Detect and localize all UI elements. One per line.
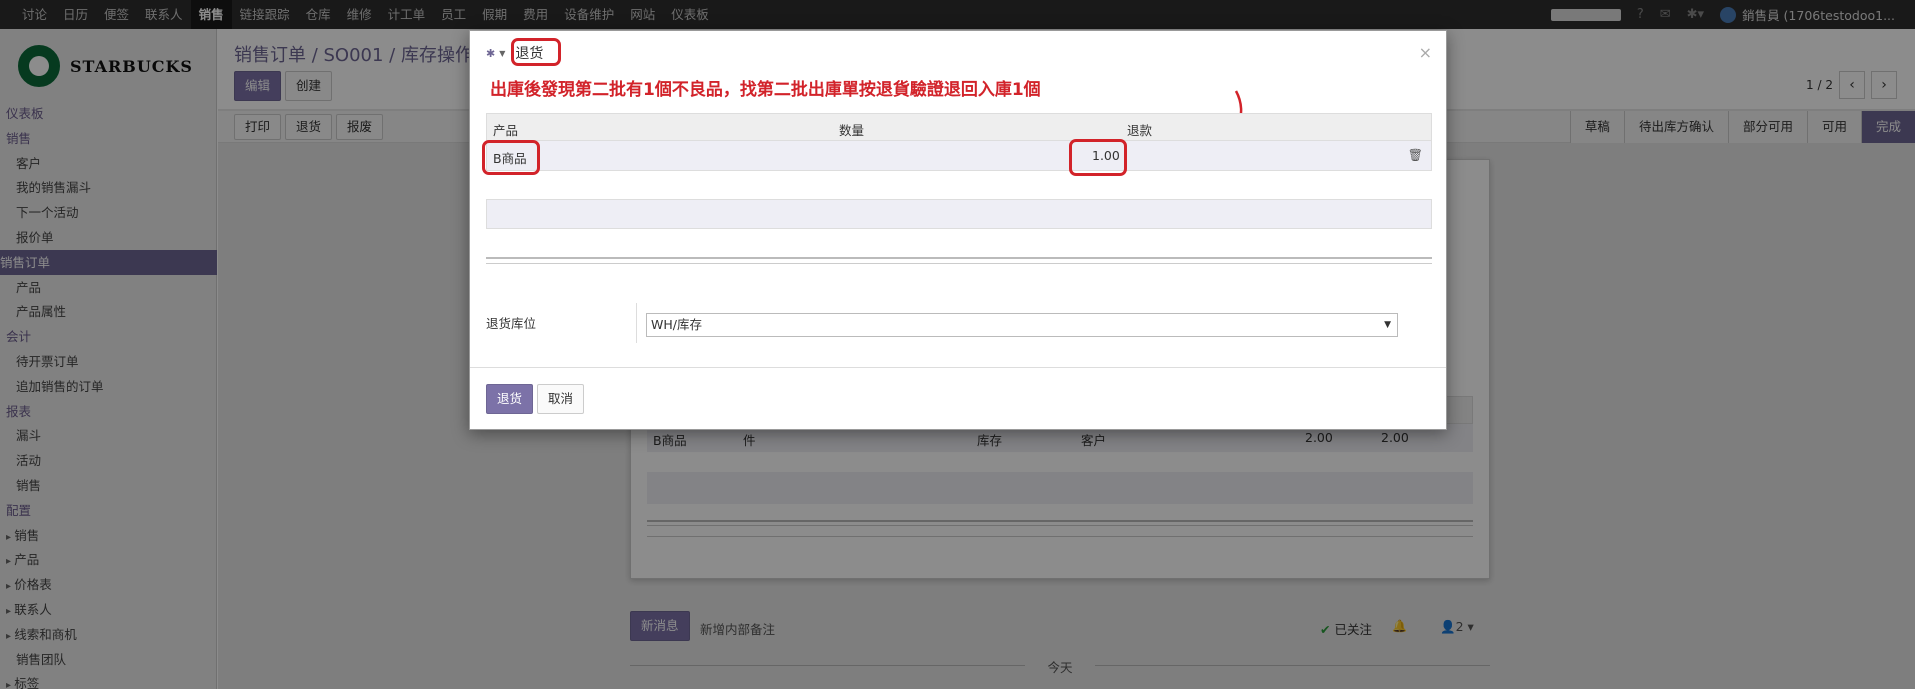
return-button[interactable]: 退货 — [486, 384, 534, 414]
close-icon[interactable]: × — [1419, 43, 1432, 62]
divider — [636, 303, 637, 343]
return-location-value: WH/库存 — [651, 317, 702, 332]
annotation-text: 出庫後發現第二批有1個不良品，找第二批出庫單按退貨驗證退回入庫1個 — [490, 80, 1041, 100]
table-row[interactable]: B商品 1.00 🗑 — [486, 141, 1432, 171]
caret-down-icon[interactable]: ▼ — [499, 49, 505, 58]
return-dialog: ✱ ▼ 退货 × 出庫後發現第二批有1個不良品，找第二批出庫單按退貨驗證退回入庫… — [469, 30, 1447, 430]
table-header: 产品 数量 退款 — [486, 113, 1432, 141]
highlight-box-quantity — [1069, 139, 1127, 176]
col-refund[interactable]: 退款 — [1127, 120, 1152, 139]
col-product[interactable]: 产品 — [493, 120, 518, 139]
highlight-box-product — [482, 140, 540, 175]
dialog-footer: 退货 取消 — [470, 367, 1446, 429]
trash-icon[interactable]: 🗑 — [1408, 148, 1423, 162]
return-location-select[interactable]: WH/库存 ▼ — [646, 313, 1398, 337]
return-lines-table: 产品 数量 退款 B商品 1.00 🗑 — [486, 113, 1432, 171]
chevron-down-icon: ▼ — [1384, 320, 1391, 330]
table-empty-row — [486, 199, 1432, 229]
bug-icon[interactable]: ✱ — [486, 47, 495, 60]
return-location-label: 退货库位 — [486, 316, 537, 331]
col-quantity[interactable]: 数量 — [839, 120, 864, 139]
divider — [486, 257, 1432, 264]
highlight-box-title — [511, 38, 561, 66]
return-location-field: 退货库位 WH/库存 ▼ — [486, 303, 1432, 343]
cancel-button[interactable]: 取消 — [537, 384, 585, 414]
